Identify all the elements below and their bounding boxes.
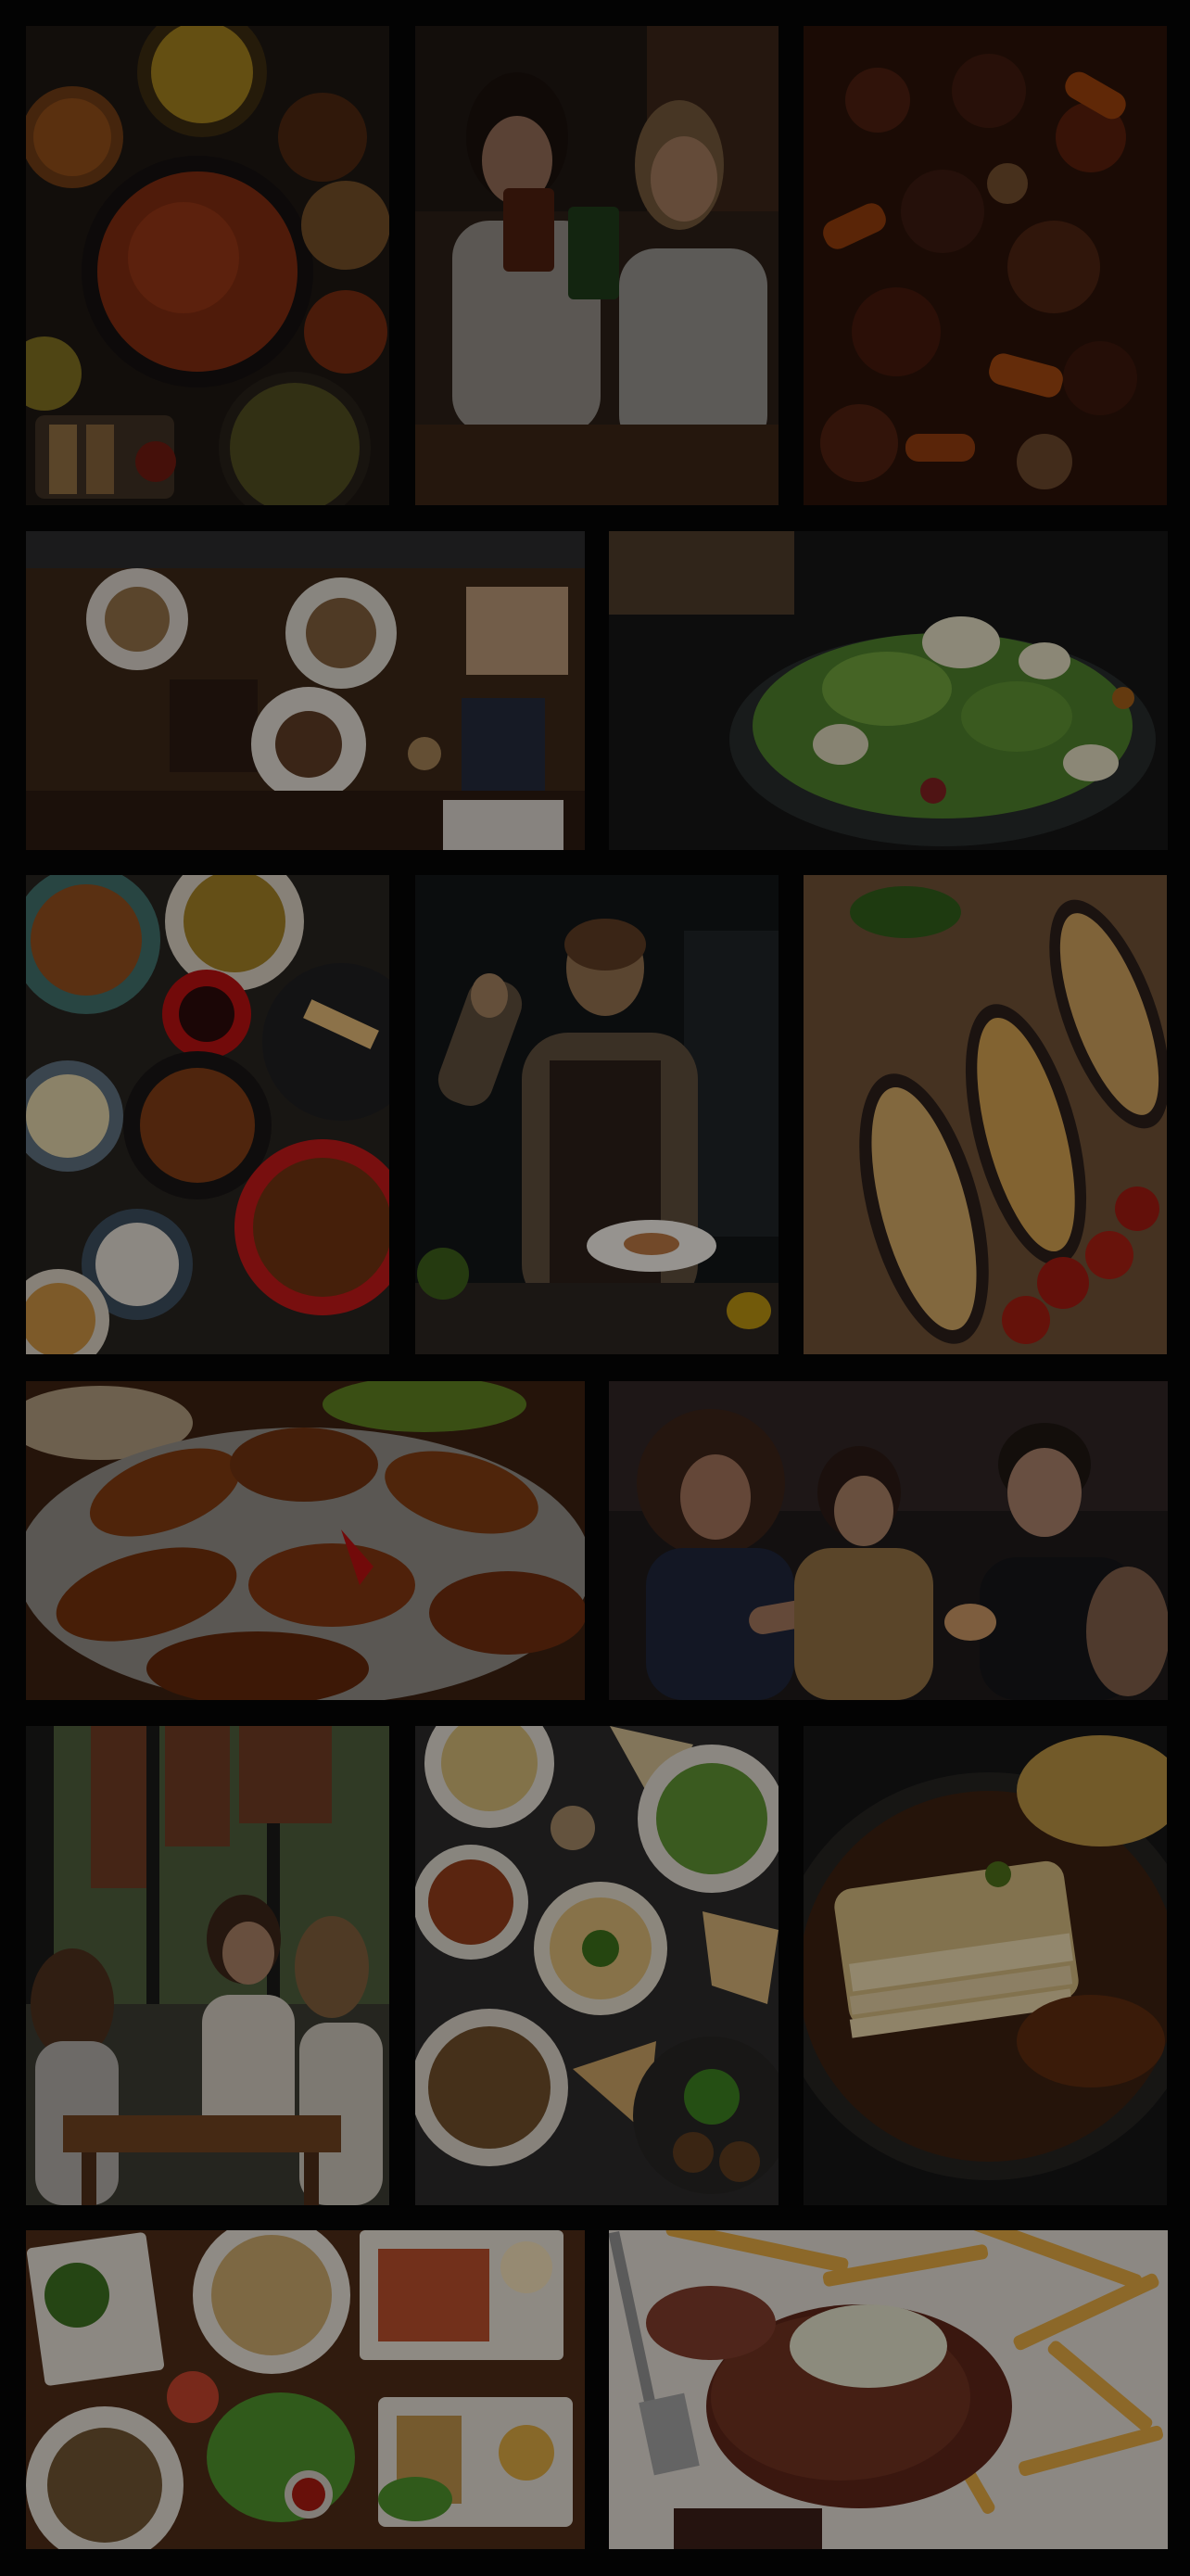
vietnamese-table-image — [26, 2230, 585, 2549]
gallery-photo-women-cafe[interactable] — [26, 1726, 389, 2205]
gallery-photo-curry-spread[interactable] — [26, 26, 389, 505]
friends-feeding-image — [609, 1381, 1168, 1700]
gallery-photo-friends-drinks[interactable] — [415, 26, 779, 505]
mezze-spread-image — [415, 1726, 779, 2205]
potato-gratin-image — [804, 1726, 1167, 2205]
gallery-photo-steak-fries[interactable] — [609, 2230, 1168, 2549]
steak-fries-image — [609, 2230, 1168, 2549]
friends-drinks-image — [415, 26, 779, 505]
gallery-photo-grilled-chicken-wings[interactable] — [26, 1381, 585, 1700]
gallery-photo-table-sharing[interactable] — [26, 531, 585, 850]
stuffed-eggplant-image — [804, 875, 1167, 1354]
gallery-photo-mezze-spread[interactable] — [415, 1726, 779, 2205]
gallery-photo-vietnamese-table[interactable] — [26, 2230, 585, 2549]
grilled-chicken-wings-image — [26, 1381, 585, 1700]
gallery-photo-salad[interactable] — [609, 531, 1168, 850]
gallery-photo-stuffed-eggplant[interactable] — [804, 875, 1167, 1354]
asian-dishes-image — [26, 875, 389, 1354]
gallery-photo-asian-dishes[interactable] — [26, 875, 389, 1354]
gallery-photo-beef-stew[interactable] — [804, 26, 1167, 505]
beef-stew-image — [804, 26, 1167, 505]
women-cafe-image — [26, 1726, 389, 2205]
table-sharing-image — [26, 531, 585, 850]
salad-image — [609, 531, 1168, 850]
chef-plate-image — [415, 875, 779, 1354]
food-photo-gallery — [0, 0, 1190, 2576]
gallery-photo-friends-feeding[interactable] — [609, 1381, 1168, 1700]
gallery-photo-chef-plate[interactable] — [415, 875, 779, 1354]
gallery-photo-potato-gratin[interactable] — [804, 1726, 1167, 2205]
curry-spread-image — [26, 26, 389, 505]
